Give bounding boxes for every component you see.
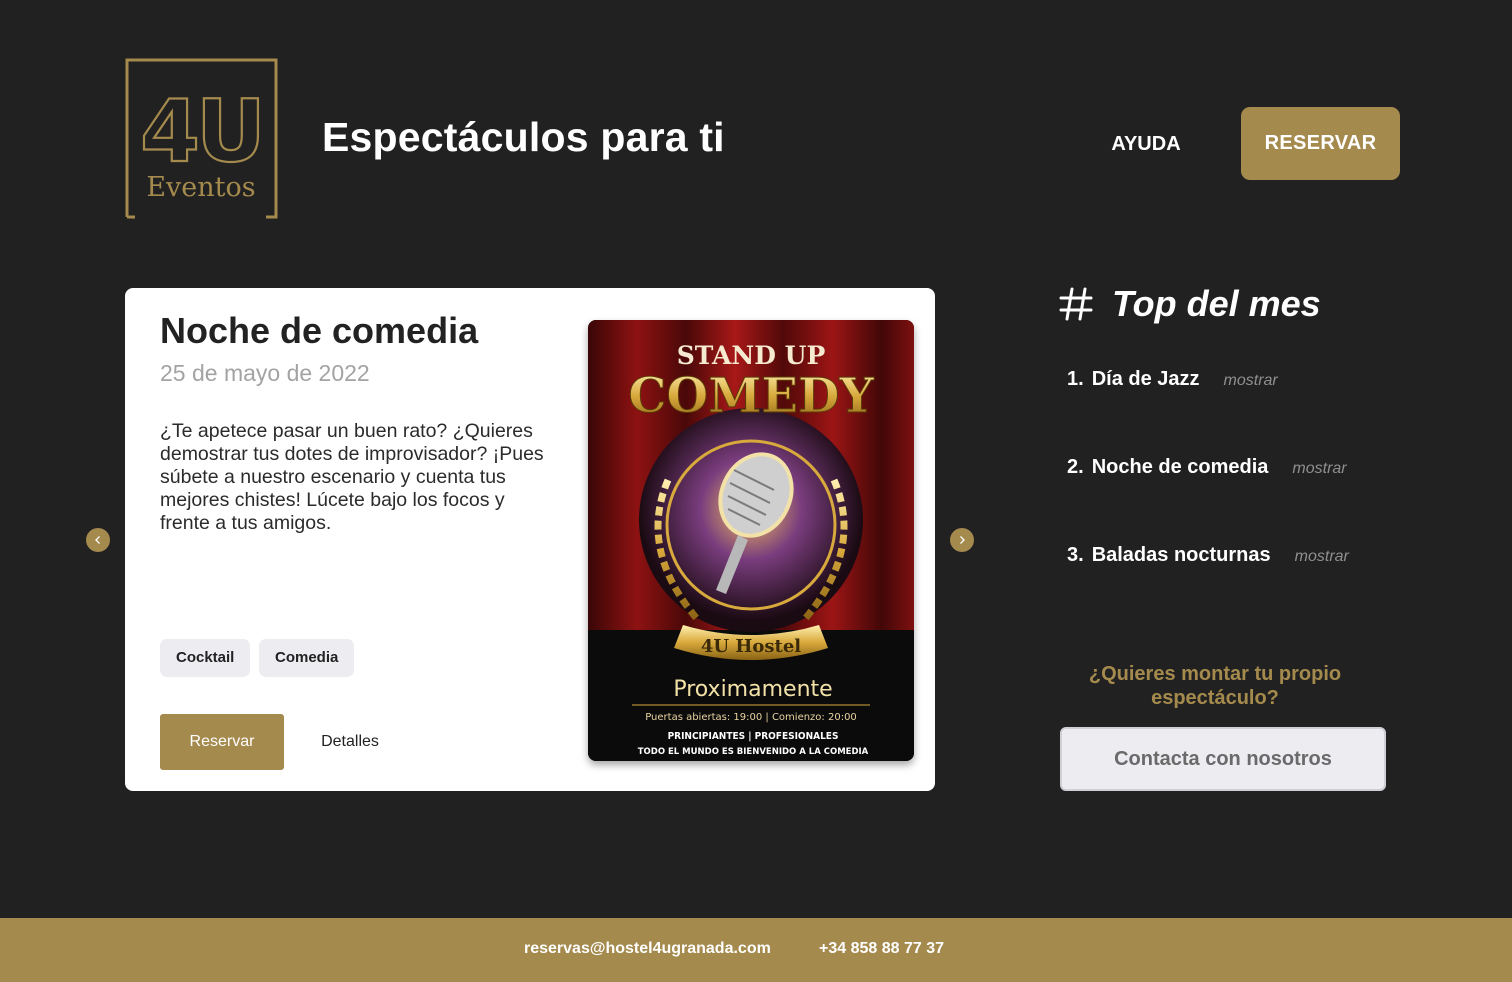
tag-comedia[interactable]: Comedia [259,639,355,677]
top-item-name[interactable]: Día de Jazz [1092,368,1200,391]
poster-welcome: TODO EL MUNDO ES BIENVENIDO A LA COMEDIA [638,747,869,757]
show-link[interactable]: mostrar [1224,372,1278,390]
event-date: 25 de mayo de 2022 [160,360,370,386]
footer-phone[interactable]: +34 858 88 77 37 [819,940,944,958]
event-poster[interactable]: 4U Hostel STAND UP COMEDY Proximamente P… [588,320,914,761]
event-title: Noche de comedia [160,310,479,351]
cta-question: ¿Quieres montar tu propio espectáculo? [1088,663,1342,709]
top-item-number: 1. [1067,368,1084,390]
page-title: Espectáculos para ti [322,114,725,160]
top-item-name[interactable]: Baladas nocturnas [1092,544,1271,567]
show-link[interactable]: mostrar [1295,548,1349,566]
carousel-next-button[interactable] [950,528,974,552]
tag-cocktail[interactable]: Cocktail [160,639,251,677]
footer-email[interactable]: reservas@hostel4ugranada.com [524,940,771,958]
poster-schedule: Puertas abiertas: 19:00 | Comienzo: 20:0… [645,712,857,723]
chevron-left-icon [95,536,100,544]
logo[interactable]: 4U Eventos [125,58,278,219]
help-link[interactable]: AYUDA [1100,130,1192,158]
details-link[interactable]: Detalles [307,714,393,770]
top-item-number: 2. [1067,456,1084,478]
hash-icon [1059,287,1093,321]
event-card: Noche de comedia 25 de mayo de 2022 ¿Te … [125,288,935,791]
reserve-event-button[interactable]: Reservar [160,714,284,770]
top-item-number: 3. [1067,544,1084,566]
poster-line2: COMEDY [628,368,874,424]
logo-text: Eventos [146,172,255,203]
top-item[interactable]: 1. Día de Jazz mostrar [1067,368,1278,398]
top-item-name[interactable]: Noche de comedia [1092,456,1269,479]
poster-line1: STAND UP [677,341,826,370]
show-link[interactable]: mostrar [1292,460,1346,478]
poster-levels: PRINCIPIANTES | PROFESIONALES [668,731,839,742]
top-item[interactable]: 3. Baladas nocturnas mostrar [1067,544,1349,574]
top-header: Top del mes [1058,282,1321,326]
poster-status: Proximamente [673,677,832,702]
poster-venue: 4U Hostel [701,636,801,657]
footer: reservas@hostel4ugranada.com +34 858 88 … [0,918,1512,982]
chevron-right-icon [960,536,965,544]
event-description: ¿Te apetece pasar un buen rato? ¿Quieres… [160,420,544,534]
top-item[interactable]: 2. Noche de comedia mostrar [1067,456,1347,486]
logo-mark: 4U [140,82,262,182]
carousel-prev-button[interactable] [86,528,110,552]
top-title: Top del mes [1112,283,1321,324]
reserve-header-button[interactable]: RESERVAR [1241,107,1400,180]
contact-button[interactable]: Contacta con nosotros [1060,727,1386,791]
